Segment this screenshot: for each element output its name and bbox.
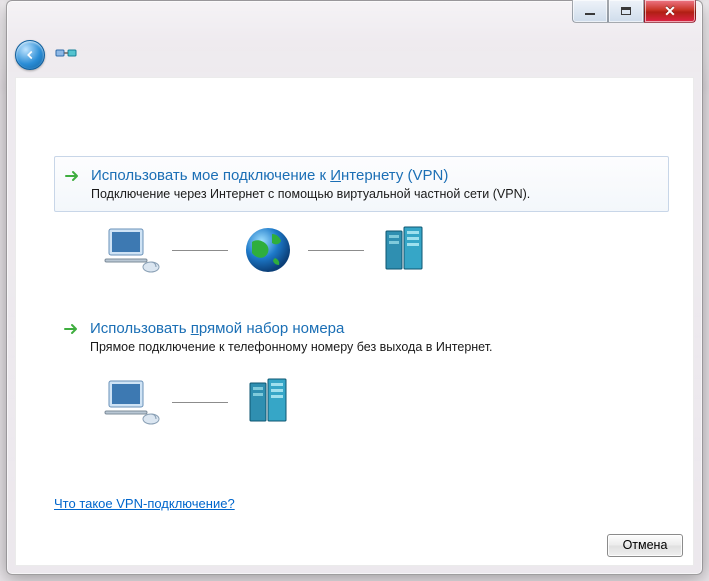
options-list: Использовать мое подключение к Интернету…	[54, 156, 669, 448]
option-vpn-desc: Подключение через Интернет с помощью вир…	[91, 187, 656, 201]
server-icon	[372, 222, 436, 278]
network-icon	[55, 46, 77, 64]
footer: Отмена	[16, 525, 693, 565]
option-dialup[interactable]: Использовать прямой набор номера Прямое …	[54, 310, 669, 364]
titlebar: ✕	[7, 1, 702, 31]
computer-icon	[100, 222, 164, 278]
server-icon	[236, 374, 300, 430]
option-vpn[interactable]: Использовать мое подключение к Интернету…	[54, 156, 669, 212]
minimize-button[interactable]	[572, 0, 608, 23]
wizard-window: ✕ Использовать мое подключение к Интерне…	[6, 0, 703, 575]
diagram-vpn	[100, 218, 669, 282]
option-dialup-desc: Прямое подключение к телефонному номеру …	[90, 340, 657, 354]
client-area: Использовать мое подключение к Интернету…	[15, 77, 694, 566]
help-link-vpn[interactable]: Что такое VPN-подключение?	[54, 496, 235, 511]
option-vpn-title: Использовать мое подключение к Интернету…	[91, 167, 656, 184]
connector-line	[308, 250, 364, 251]
globe-icon	[236, 222, 300, 278]
connector-line	[172, 250, 228, 251]
arrow-right-icon	[64, 323, 80, 335]
cancel-button[interactable]: Отмена	[607, 534, 683, 557]
arrow-right-icon	[65, 170, 81, 182]
option-dialup-title: Использовать прямой набор номера	[90, 320, 657, 337]
connector-line	[172, 402, 228, 403]
navbar	[15, 39, 694, 71]
computer-icon	[100, 374, 164, 430]
caption-buttons: ✕	[572, 0, 696, 23]
close-button[interactable]: ✕	[644, 0, 696, 23]
maximize-button[interactable]	[608, 0, 644, 23]
diagram-dialup	[100, 370, 669, 434]
arrow-left-icon	[23, 48, 37, 62]
back-button[interactable]	[15, 40, 45, 70]
